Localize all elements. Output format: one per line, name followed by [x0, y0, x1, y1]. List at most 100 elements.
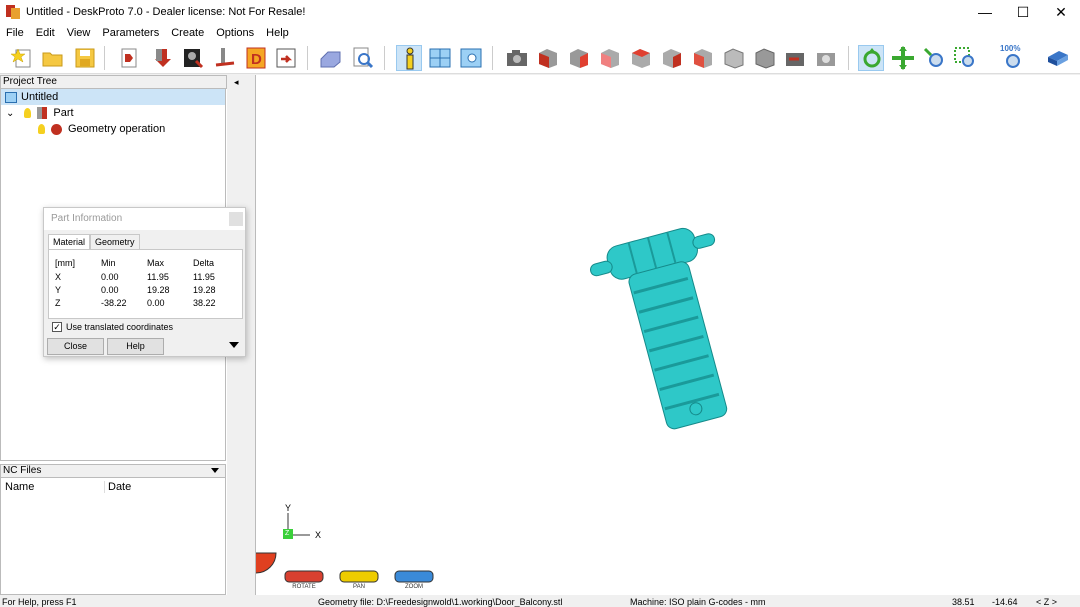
help-book-icon[interactable] [1045, 45, 1071, 71]
view-front-icon[interactable] [566, 45, 592, 71]
next-view-icon[interactable] [814, 45, 840, 71]
main-toolbar: D 100% [0, 42, 1080, 74]
row-delta: 38.22 [193, 298, 216, 308]
row-max: 19.28 [147, 285, 170, 295]
status-machine: Machine: ISO plain G-codes - mm [630, 597, 766, 607]
model-view [235, 227, 728, 583]
inspect-icon[interactable] [350, 45, 376, 71]
menu-parameters[interactable]: Parameters [96, 27, 165, 39]
tree-item-part-label: Part [53, 107, 74, 119]
col-max: Max [147, 258, 165, 268]
load-geometry-icon[interactable] [117, 45, 143, 71]
open-folder-icon[interactable] [40, 45, 66, 71]
project-tree-header: Project Tree [0, 75, 227, 89]
part-icon[interactable] [150, 45, 176, 71]
save-icon[interactable] [72, 45, 98, 71]
project-icon [5, 91, 17, 103]
pan-gauge-label: PAN [353, 584, 365, 590]
menu-view[interactable]: View [61, 27, 97, 39]
new-project-icon[interactable] [10, 45, 36, 71]
lightbulb-icon[interactable] [24, 108, 32, 118]
tree-item-geometry-operation[interactable]: Geometry operation [1, 121, 225, 137]
row-max: 11.95 [147, 272, 169, 282]
help-button[interactable]: Help [107, 338, 164, 355]
dialog-title: Part Information [51, 213, 123, 224]
close-button[interactable]: Close [47, 338, 104, 355]
svg-text:D: D [251, 51, 262, 68]
shaded-view-icon[interactable] [318, 45, 344, 71]
dialog-close-icon[interactable] [229, 212, 243, 226]
view-iso-icon[interactable] [535, 45, 561, 71]
use-translated-checkbox-row[interactable]: ✓ Use translated coordinates [52, 322, 173, 332]
row-min: 0.00 [101, 285, 119, 295]
rotate-gauge[interactable] [284, 570, 324, 583]
use-translated-label: Use translated coordinates [66, 322, 174, 332]
status-bar: For Help, press F1 Geometry file: D:\Fre… [0, 595, 1080, 607]
row-axis: Y [55, 285, 62, 295]
view-back-icon[interactable] [628, 45, 654, 71]
part-icon [37, 107, 48, 119]
row-min: 0.00 [101, 272, 119, 282]
window-title: Untitled - DeskProto 7.0 - Dealer licens… [26, 6, 306, 18]
minimize-button[interactable]: — [966, 0, 1004, 24]
unit-label: [mm] [55, 258, 75, 268]
dimensions-table: [mm] Min Max Delta X 0.00 11.95 11.95 Y … [48, 249, 243, 319]
tab-material[interactable]: Material [48, 234, 91, 249]
zoom-100-label: 100% [1000, 44, 1021, 53]
operation-d-icon[interactable]: D [243, 45, 269, 71]
information-icon[interactable] [396, 45, 422, 71]
nc-files-header: NC Files [0, 464, 226, 478]
column-date[interactable]: Date [105, 481, 131, 493]
dialog-title-bar[interactable]: Part Information [44, 208, 245, 230]
previous-view-icon[interactable] [783, 45, 809, 71]
status-x: 38.51 [952, 597, 975, 607]
expand-chevron-icon[interactable]: ⌄ [6, 108, 14, 119]
view-default-icon[interactable] [752, 45, 778, 71]
3d-viewport[interactable]: Y X Z ROTATE PAN ZOOM [235, 75, 1080, 595]
pan-mode-icon[interactable] [890, 45, 916, 71]
close-window-button[interactable]: ✕ [1042, 0, 1080, 24]
zoom-window-icon[interactable] [952, 45, 978, 71]
maximize-button[interactable]: ☐ [1004, 0, 1042, 24]
rotate-dial[interactable] [235, 552, 277, 574]
row-min: -38.22 [101, 298, 127, 308]
view-bottom-icon[interactable] [721, 45, 747, 71]
expand-arrow-icon[interactable] [229, 342, 239, 348]
export-icon[interactable] [273, 45, 299, 71]
collapse-panel-arrow[interactable]: ◂ [234, 77, 239, 88]
axis-y-label: Y [285, 503, 292, 513]
col-min: Min [101, 258, 116, 268]
tree-item-part[interactable]: ⌄ Part [1, 105, 225, 121]
camera-icon[interactable] [504, 45, 530, 71]
menu-help[interactable]: Help [260, 27, 295, 39]
zoom-gauge[interactable] [394, 570, 434, 583]
column-name[interactable]: Name [1, 481, 105, 493]
layout-icon[interactable] [427, 45, 453, 71]
view-right-icon[interactable] [597, 45, 623, 71]
view-top-icon[interactable] [690, 45, 716, 71]
tree-item-untitled[interactable]: Untitled [1, 89, 225, 105]
menu-edit[interactable]: Edit [30, 27, 61, 39]
status-geometry-file: Geometry file: D:\Freedesignwold\1.worki… [318, 597, 563, 607]
nc-files-list: Name Date [0, 478, 226, 595]
tab-geometry[interactable]: Geometry [90, 234, 140, 249]
menu-create[interactable]: Create [165, 27, 210, 39]
menu-options[interactable]: Options [210, 27, 260, 39]
zoom-mode-icon[interactable] [921, 45, 947, 71]
3d-model [590, 227, 728, 430]
bitmap-icon[interactable] [180, 45, 206, 71]
rotate-mode-icon[interactable] [858, 45, 884, 71]
use-translated-checkbox[interactable]: ✓ [52, 322, 62, 332]
tree-item-operation-label: Geometry operation [68, 123, 166, 135]
toolpath-icon[interactable] [212, 45, 238, 71]
row-axis: X [55, 272, 62, 282]
axis-z-label: Z [285, 530, 290, 537]
lightbulb-icon[interactable] [38, 124, 45, 134]
pan-gauge[interactable] [339, 570, 379, 583]
view-left-icon[interactable] [659, 45, 685, 71]
nc-files-dropdown-icon[interactable] [211, 468, 219, 473]
status-y: -14.64 [992, 597, 1018, 607]
menu-file[interactable]: File [0, 27, 30, 39]
view-window-icon[interactable] [458, 45, 484, 71]
rotate-gauge-label: ROTATE [292, 584, 316, 590]
